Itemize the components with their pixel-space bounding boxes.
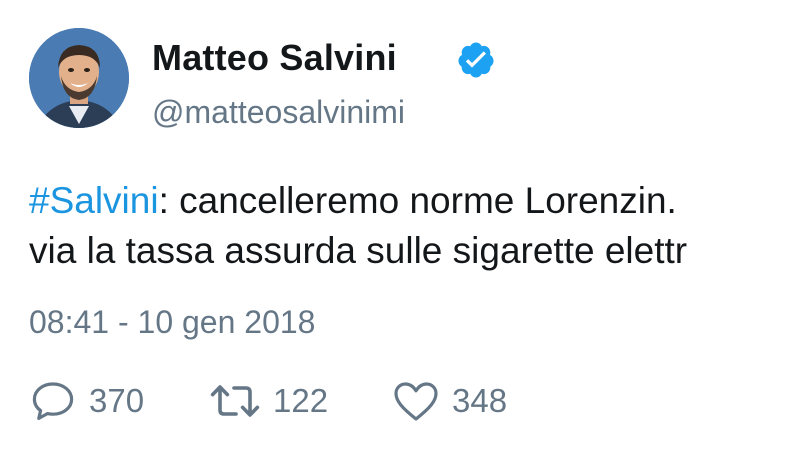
tweet-text-line-1: #Salvini: cancelleremo norme Lorenzin. bbox=[29, 176, 800, 226]
reply-button[interactable]: 370 bbox=[29, 376, 209, 426]
reply-icon bbox=[29, 379, 77, 423]
hashtag-link[interactable]: #Salvini bbox=[29, 180, 159, 221]
tweet-timestamp[interactable]: 08:41 - 10 gen 2018 bbox=[29, 302, 315, 342]
tweet-card: Matteo Salvini @matteosalvinimi #Salvini… bbox=[0, 0, 800, 450]
tweet-text-fragment: : cancelleremo norme Lorenzin. bbox=[158, 180, 677, 221]
like-count: 348 bbox=[452, 382, 508, 419]
like-button[interactable]: 348 bbox=[392, 376, 542, 426]
retweet-icon bbox=[209, 379, 261, 423]
avatar[interactable] bbox=[29, 28, 129, 128]
author-handle[interactable]: @matteosalvinimi bbox=[152, 92, 405, 132]
author-name[interactable]: Matteo Salvini bbox=[152, 36, 397, 80]
heart-icon bbox=[392, 379, 440, 423]
reply-count: 370 bbox=[89, 382, 145, 419]
tweet-text-line-2: via la tassa assurda sulle sigarette ele… bbox=[29, 230, 688, 271]
retweet-count: 122 bbox=[273, 382, 329, 419]
verified-badge-icon bbox=[458, 42, 494, 78]
tweet-text: #Salvini: cancelleremo norme Lorenzin. v… bbox=[29, 176, 800, 276]
retweet-button[interactable]: 122 bbox=[209, 376, 392, 426]
avatar-photo bbox=[29, 28, 129, 128]
tweet-actions: 370 122 348 bbox=[29, 376, 542, 426]
